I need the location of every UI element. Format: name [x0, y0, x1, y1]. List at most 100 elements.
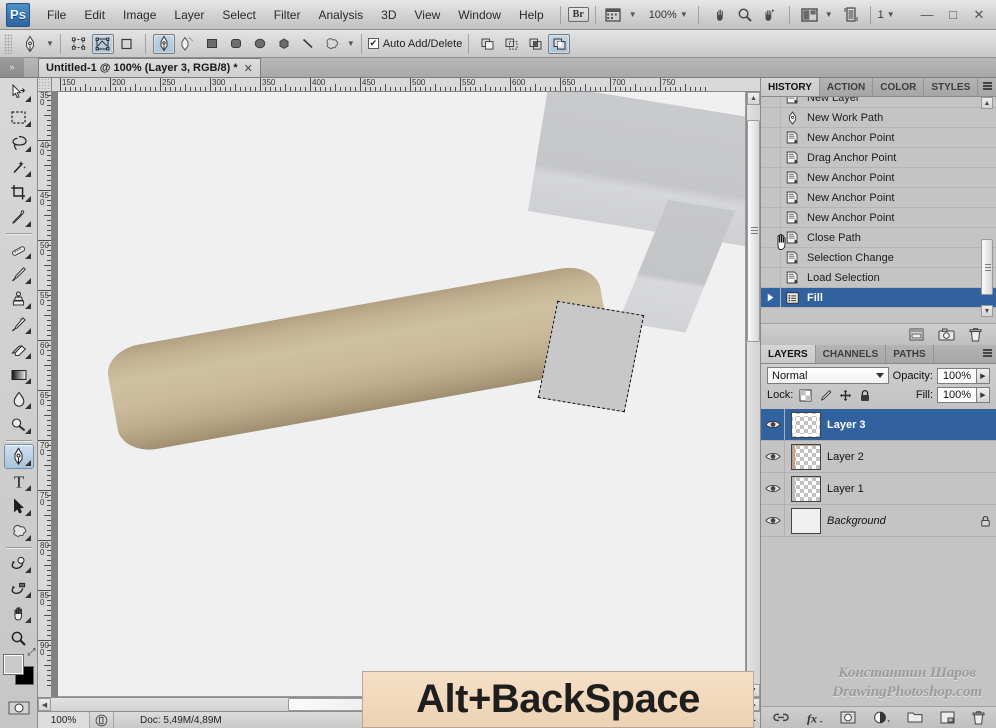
layer-thumbnail[interactable]: [791, 443, 821, 470]
paths-icon[interactable]: [91, 33, 114, 54]
layer-thumbnail[interactable]: [791, 411, 821, 438]
minimize-button[interactable]: —: [914, 2, 940, 28]
new-group-icon[interactable]: [907, 711, 923, 724]
vertical-ruler[interactable]: 350 400 450 500 550 600 650 700 750 800 850 900: [38, 92, 52, 697]
canvas-vertical-scroll-thumb[interactable]: [747, 120, 760, 342]
rotate-view-icon[interactable]: [757, 4, 781, 26]
freeform-pen-icon[interactable]: [177, 34, 199, 54]
new-adjustment-layer-icon[interactable]: [873, 711, 890, 724]
tab-action[interactable]: ACTION: [820, 78, 874, 96]
scroll-up-arrow-icon[interactable]: ▲: [747, 92, 760, 105]
layer-visibility-eye-icon[interactable]: [761, 505, 785, 536]
layer-name[interactable]: Background: [827, 515, 974, 527]
menu-item-select[interactable]: Select: [213, 5, 264, 25]
history-snapshot-toggle[interactable]: [761, 168, 781, 187]
custom-shape-icon[interactable]: [321, 34, 343, 54]
layer-row[interactable]: Layer 1: [761, 473, 996, 505]
hand-icon[interactable]: [709, 4, 733, 26]
tab-history[interactable]: HISTORY: [761, 78, 820, 96]
menu-item-edit[interactable]: Edit: [75, 5, 114, 25]
scroll-left-arrow-icon[interactable]: ◀: [38, 698, 51, 711]
menu-item-image[interactable]: Image: [114, 5, 165, 25]
history-scroll-up-icon[interactable]: ▲: [981, 97, 993, 109]
line-icon[interactable]: [297, 34, 319, 54]
pen-tool[interactable]: [3, 444, 34, 469]
layer-row[interactable]: Background: [761, 505, 996, 537]
workspace-chevron-down-icon[interactable]: ▼: [825, 10, 833, 19]
new-document-from-state-icon[interactable]: [909, 328, 924, 341]
exclude-path-icon[interactable]: [548, 33, 571, 54]
add-layer-mask-icon[interactable]: [840, 711, 856, 724]
menu-item-3d[interactable]: 3D: [372, 5, 405, 25]
brush-tool[interactable]: [4, 262, 34, 287]
history-snapshot-toggle[interactable]: [761, 228, 781, 247]
lock-position-icon[interactable]: [837, 387, 853, 403]
canvas[interactable]: [58, 92, 746, 697]
pen-tool-icon[interactable]: [17, 33, 43, 55]
layer-name[interactable]: Layer 2: [827, 451, 974, 463]
tool-preset-chevron-down-icon[interactable]: ▼: [46, 39, 54, 48]
menu-item-layer[interactable]: Layer: [165, 5, 213, 25]
workspace-icon[interactable]: [798, 4, 822, 26]
eraser-tool[interactable]: [4, 337, 34, 362]
tab-layers[interactable]: LAYERS: [761, 345, 816, 363]
layer-style-fx-icon[interactable]: fx: [806, 711, 823, 725]
lock-image-pixels-icon[interactable]: [817, 387, 833, 403]
layer-thumbnail[interactable]: [791, 507, 821, 534]
ruler-corner[interactable]: [38, 78, 52, 92]
3d-orbit-tool[interactable]: [4, 576, 34, 601]
ellipse-icon[interactable]: [249, 34, 271, 54]
blur-tool[interactable]: [4, 387, 34, 412]
view-extras-icon[interactable]: [602, 4, 626, 26]
history-list[interactable]: New Layer New Work Path New Anchor Point Dr…: [761, 97, 996, 323]
lock-transparent-pixels-icon[interactable]: [797, 387, 813, 403]
menu-item-window[interactable]: Window: [449, 5, 510, 25]
rounded-rectangle-icon[interactable]: [225, 34, 247, 54]
history-snapshot-toggle[interactable]: [761, 188, 781, 207]
polygon-icon[interactable]: [273, 34, 295, 54]
fill-pixels-icon[interactable]: [116, 34, 138, 54]
close-button[interactable]: ✕: [966, 2, 992, 28]
layer-name[interactable]: Layer 3: [827, 419, 974, 431]
opacity-value[interactable]: 100%: [937, 367, 977, 384]
horizontal-ruler[interactable]: 150 200 250 300 350 400 450 500 550 600 650 700 750: [52, 78, 760, 92]
layer-visibility-eye-icon[interactable]: [761, 473, 785, 504]
history-brush-tool[interactable]: [4, 312, 34, 337]
tab-color[interactable]: COLOR: [873, 78, 925, 96]
menu-item-file[interactable]: File: [38, 5, 75, 25]
layer-thumbnail[interactable]: [791, 475, 821, 502]
tab-paths[interactable]: PATHS: [886, 345, 934, 363]
new-snapshot-icon[interactable]: [938, 328, 955, 341]
3d-rotate-tool[interactable]: [4, 551, 34, 576]
layers-panel-menu-icon[interactable]: [983, 349, 992, 357]
menu-item-filter[interactable]: Filter: [265, 5, 310, 25]
history-state-row[interactable]: Fill: [761, 288, 996, 308]
gradient-tool[interactable]: [4, 362, 34, 387]
canvas-vertical-scrollbar[interactable]: ▲ ▼: [746, 92, 760, 697]
layers-list[interactable]: Layer 3 Layer 2 Layer 1 Background: [761, 409, 996, 706]
document-tab-close-icon[interactable]: ✕: [244, 62, 253, 75]
history-state-row[interactable]: Close Path: [761, 228, 996, 248]
move-tool[interactable]: [4, 80, 34, 105]
intersect-path-icon[interactable]: [524, 34, 546, 54]
quick-mask-icon[interactable]: [4, 699, 34, 717]
link-layers-icon[interactable]: [772, 712, 789, 723]
lasso-tool[interactable]: [4, 130, 34, 155]
subtract-from-path-icon[interactable]: [500, 34, 522, 54]
history-state-row[interactable]: New Anchor Point: [761, 128, 996, 148]
history-snapshot-toggle[interactable]: [761, 97, 781, 107]
layer-visibility-eye-icon[interactable]: [761, 441, 785, 472]
type-tool[interactable]: T: [4, 469, 34, 494]
layer-row[interactable]: Layer 3: [761, 409, 996, 441]
shape-options-chevron-down-icon[interactable]: ▼: [347, 39, 355, 48]
layer-name[interactable]: Layer 1: [827, 483, 974, 495]
new-layer-icon[interactable]: [940, 711, 955, 724]
history-scroll-down-icon[interactable]: ▼: [981, 305, 993, 317]
delete-state-icon[interactable]: [969, 327, 982, 342]
tab-channels[interactable]: CHANNELS: [816, 345, 887, 363]
delete-layer-icon[interactable]: [972, 710, 985, 725]
rectangle-icon[interactable]: [201, 34, 223, 54]
menu-item-analysis[interactable]: Analysis: [309, 5, 372, 25]
canvas-viewport[interactable]: [52, 92, 746, 697]
foreground-color-swatch[interactable]: [3, 655, 23, 674]
